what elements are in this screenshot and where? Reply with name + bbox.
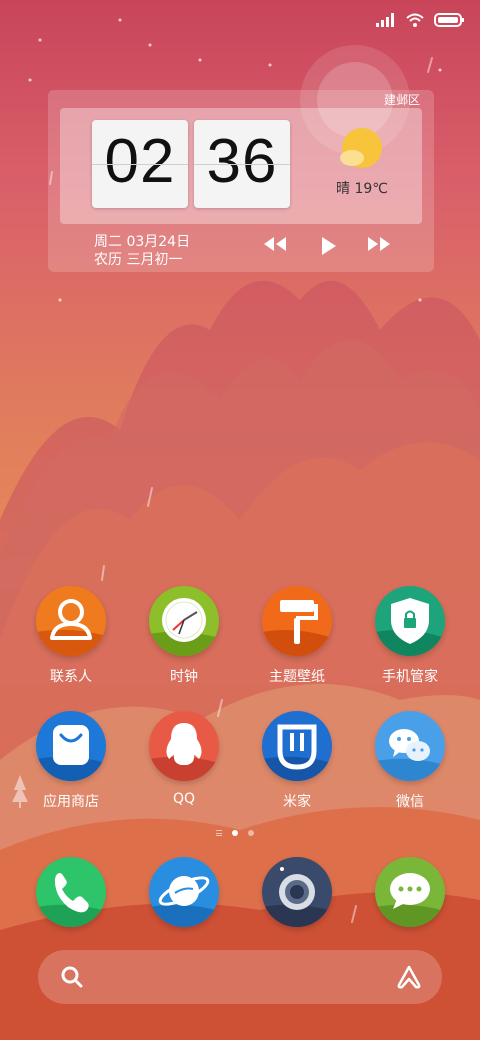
battery-icon [434, 13, 464, 27]
wifi-icon [406, 13, 424, 27]
clock-minute: 36 [194, 120, 290, 208]
signal-icon [376, 13, 396, 27]
camera-icon [262, 857, 332, 927]
app-label: QQ [172, 791, 196, 807]
app-label: 主题壁纸 [269, 669, 325, 685]
mijia-icon [262, 711, 332, 781]
next-icon[interactable] [366, 236, 392, 256]
play-icon[interactable] [320, 236, 338, 260]
app-label: 米家 [283, 794, 311, 810]
page-indicator-menu-icon [216, 830, 222, 836]
app-store-icon [36, 711, 106, 781]
app-mijia[interactable]: 米家 [242, 711, 352, 811]
sunny-icon [338, 128, 384, 176]
contacts-icon [36, 586, 106, 656]
app-clock[interactable]: 时钟 [129, 586, 239, 686]
dock-messages[interactable] [355, 857, 465, 927]
app-label: 手机管家 [382, 669, 438, 685]
app-wechat[interactable]: 微信 [355, 711, 465, 811]
weather-location: 建邺区 [383, 93, 420, 107]
app-security[interactable]: 手机管家 [355, 586, 465, 686]
browser-planet-icon [149, 857, 219, 927]
dock-camera[interactable] [242, 857, 352, 927]
clock-weather-widget[interactable]: 建邺区 02 36 晴 19℃ 周二 03月24日 农历 三月初一 [48, 90, 434, 272]
previous-icon[interactable] [262, 236, 288, 256]
phone-icon [36, 857, 106, 927]
app-store[interactable]: 应用商店 [16, 711, 126, 811]
clock-icon [149, 586, 219, 656]
app-label: 应用商店 [43, 794, 99, 810]
weather-summary: 晴 19℃ [336, 181, 388, 197]
clock-panel: 02 36 晴 19℃ [60, 108, 422, 224]
wechat-icon [375, 711, 445, 781]
assistant-icon[interactable] [396, 964, 422, 994]
shield-icon [375, 586, 445, 656]
qq-penguin-icon [149, 711, 219, 781]
paint-roller-icon [262, 586, 332, 656]
messages-icon [375, 857, 445, 927]
dock-phone[interactable] [16, 857, 126, 927]
app-contacts[interactable]: 联系人 [16, 586, 126, 686]
app-label: 联系人 [50, 669, 92, 685]
clock-hour: 02 [92, 120, 188, 208]
status-bar [376, 8, 464, 32]
app-label: 微信 [396, 794, 424, 810]
date-text: 周二 03月24日 [94, 234, 191, 250]
page-indicator[interactable] [216, 830, 254, 836]
app-themes[interactable]: 主题壁纸 [242, 586, 352, 686]
page-dot [248, 830, 254, 836]
app-qq[interactable]: QQ [129, 711, 239, 807]
app-label: 时钟 [170, 669, 198, 685]
page-dot [232, 830, 238, 836]
dock-browser[interactable] [129, 857, 239, 927]
search-bar[interactable] [38, 950, 442, 1004]
lunar-date-text: 农历 三月初一 [94, 252, 183, 268]
search-icon[interactable] [60, 965, 84, 993]
